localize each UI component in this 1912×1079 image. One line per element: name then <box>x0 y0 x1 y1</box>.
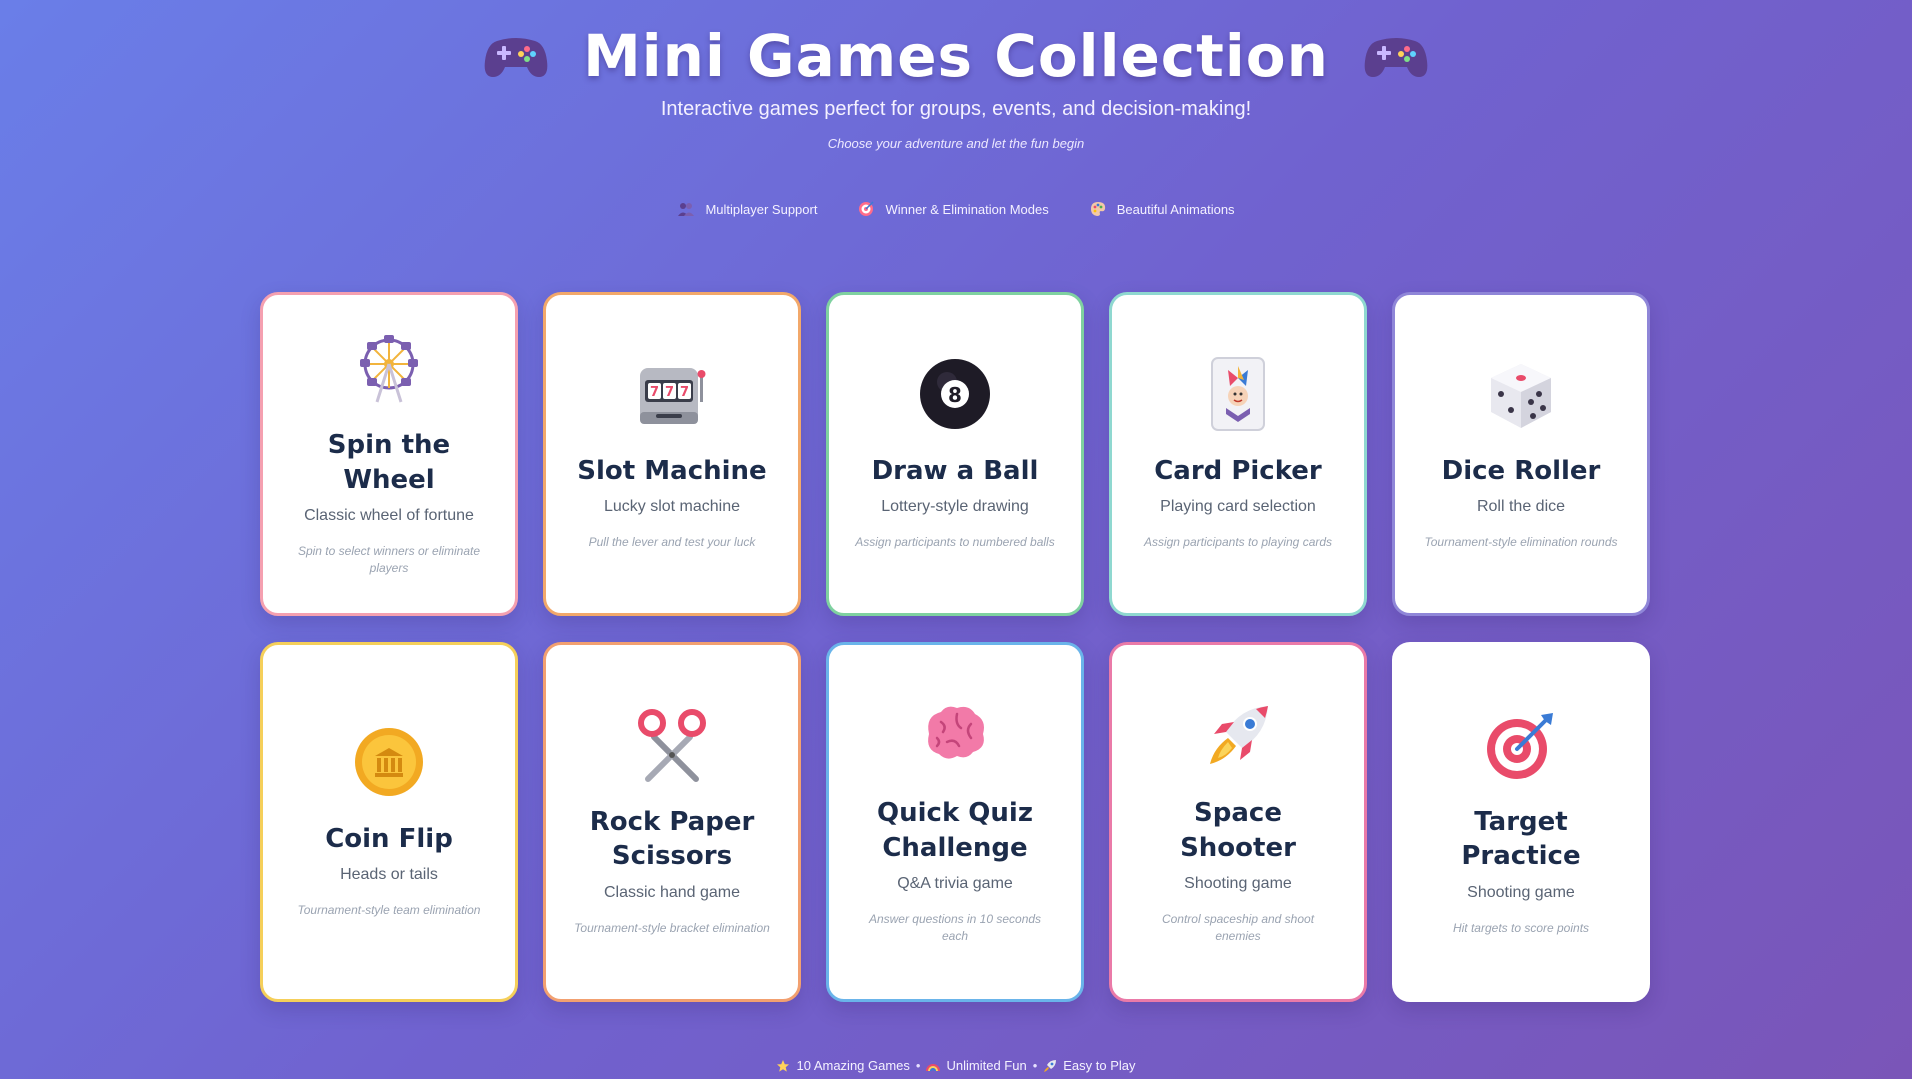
page-title: Mini Games Collection <box>583 22 1329 90</box>
game-description: Pull the lever and test your luck <box>588 535 756 550</box>
game-subtitle: Classic wheel of fortune <box>304 506 474 524</box>
brain-icon <box>928 706 984 759</box>
page-tagline: Choose your adventure and let the fun be… <box>827 136 1085 151</box>
slot-machine-icon: 7 7 7 <box>640 368 706 425</box>
game-title: Draw a Ball <box>871 456 1039 487</box>
game-title: Card Picker <box>1154 456 1322 487</box>
game-subtitle: Playing card selection <box>1160 498 1316 516</box>
game-title: Space Shooter <box>1180 798 1296 863</box>
feature-item: Multiplayer Support <box>677 200 817 218</box>
game-description: Spin to select winners or eliminate play… <box>297 543 481 576</box>
game-description: Tournament-style elimination rounds <box>1424 535 1618 550</box>
people-icon <box>678 203 695 216</box>
footer: 10 Amazing Games • Unlimited Fun • Easy … <box>0 1058 1912 1073</box>
game-card-space-shooter[interactable]: Space Shooter Shooting game Control spac… <box>1109 642 1367 1002</box>
svg-text:7: 7 <box>680 385 689 400</box>
game-card-slot-machine[interactable]: 7 7 7 Slot Machine Lucky slot machine Pu… <box>543 292 801 616</box>
game-description: Tournament-style team elimination <box>297 903 481 918</box>
game-description: Assign participants to playing cards <box>1143 535 1333 550</box>
game-title: Slot Machine <box>577 456 767 487</box>
joker-card-icon <box>1211 357 1265 432</box>
game-description: Control spaceship and shoot enemies <box>1161 911 1315 944</box>
game-title: Rock Paper Scissors <box>589 806 755 872</box>
game-title: Dice Roller <box>1441 456 1601 487</box>
feature-label: Beautiful Animations <box>1116 201 1235 217</box>
game-subtitle: Roll the dice <box>1476 498 1566 516</box>
game-title: Coin Flip <box>325 824 453 855</box>
game-card-target-practice[interactable]: Target Practice Shooting game Hit target… <box>1392 642 1650 1002</box>
game-title: Quick Quiz Challenge <box>877 798 1033 863</box>
feature-list: Multiplayer Support Winner & Elimination… <box>0 200 1912 218</box>
svg-text:7: 7 <box>650 385 659 400</box>
feature-label: Multiplayer Support <box>705 201 818 217</box>
feature-label: Winner & Elimination Modes <box>885 201 1049 217</box>
game-card-quick-quiz-challenge[interactable]: Quick Quiz Challenge Q&A trivia game Ans… <box>826 642 1084 1002</box>
title-row: Mini Games Collection <box>0 16 1912 96</box>
target-icon <box>859 201 874 216</box>
game-description: Hit targets to score points <box>1452 920 1590 935</box>
game-subtitle: Classic hand game <box>603 883 741 901</box>
ferris-wheel-icon <box>360 335 418 403</box>
svg-text:8: 8 <box>948 383 962 407</box>
game-card-draw-a-ball[interactable]: 8 Draw a Ball Lottery-style drawing Assi… <box>826 292 1084 616</box>
game-description: Assign participants to numbered balls <box>855 535 1055 550</box>
coin-icon <box>355 728 423 797</box>
bullseye-icon <box>1487 712 1553 779</box>
footer-label: Unlimited Fun <box>946 1058 1027 1073</box>
page-subtitle: Interactive games perfect for groups, ev… <box>660 98 1252 120</box>
dice-icon <box>1491 364 1551 429</box>
game-subtitle: Shooting game <box>1467 883 1575 901</box>
game-description: Answer questions in 10 seconds each <box>868 911 1042 944</box>
game-title: Target Practice <box>1461 806 1581 872</box>
game-description: Tournament-style bracket elimination <box>574 920 770 935</box>
game-controller-icon <box>1364 38 1428 77</box>
game-card-card-picker[interactable]: Card Picker Playing card selection Assig… <box>1109 292 1367 616</box>
star-icon <box>777 1059 790 1072</box>
game-card-coin-flip[interactable]: Coin Flip Heads or tails Tournament-styl… <box>260 642 518 1002</box>
game-subtitle: Shooting game <box>1184 874 1292 892</box>
footer-separator: • <box>1032 1058 1038 1073</box>
pool-8-ball-icon: 8 <box>920 359 990 430</box>
footer-label: 10 Amazing Games <box>796 1058 910 1073</box>
game-card-spin-the-wheel[interactable]: Spin the Wheel Classic wheel of fortune … <box>260 292 518 616</box>
games-grid: Spin the Wheel Classic wheel of fortune … <box>260 292 1654 1002</box>
palette-icon <box>1090 202 1105 216</box>
game-controller-icon <box>484 38 548 77</box>
game-subtitle: Heads or tails <box>340 866 438 884</box>
game-title: Spin the Wheel <box>327 430 451 495</box>
scissors-icon <box>638 708 706 782</box>
rainbow-icon <box>926 1063 941 1071</box>
footer-separator: • <box>915 1058 921 1073</box>
game-subtitle: Q&A trivia game <box>897 874 1013 892</box>
rocket-icon <box>1044 1059 1057 1072</box>
game-card-dice-roller[interactable]: Dice Roller Roll the dice Tournament-sty… <box>1392 292 1650 616</box>
game-subtitle: Lottery-style drawing <box>881 498 1029 516</box>
rocket-icon <box>1210 706 1268 765</box>
game-card-rock-paper-scissors[interactable]: Rock Paper Scissors Classic hand game To… <box>543 642 801 1002</box>
feature-item: Winner & Elimination Modes <box>857 200 1049 218</box>
svg-text:7: 7 <box>665 385 674 400</box>
feature-item: Beautiful Animations <box>1089 200 1235 218</box>
footer-label: Easy to Play <box>1063 1058 1136 1073</box>
game-subtitle: Lucky slot machine <box>603 498 741 516</box>
